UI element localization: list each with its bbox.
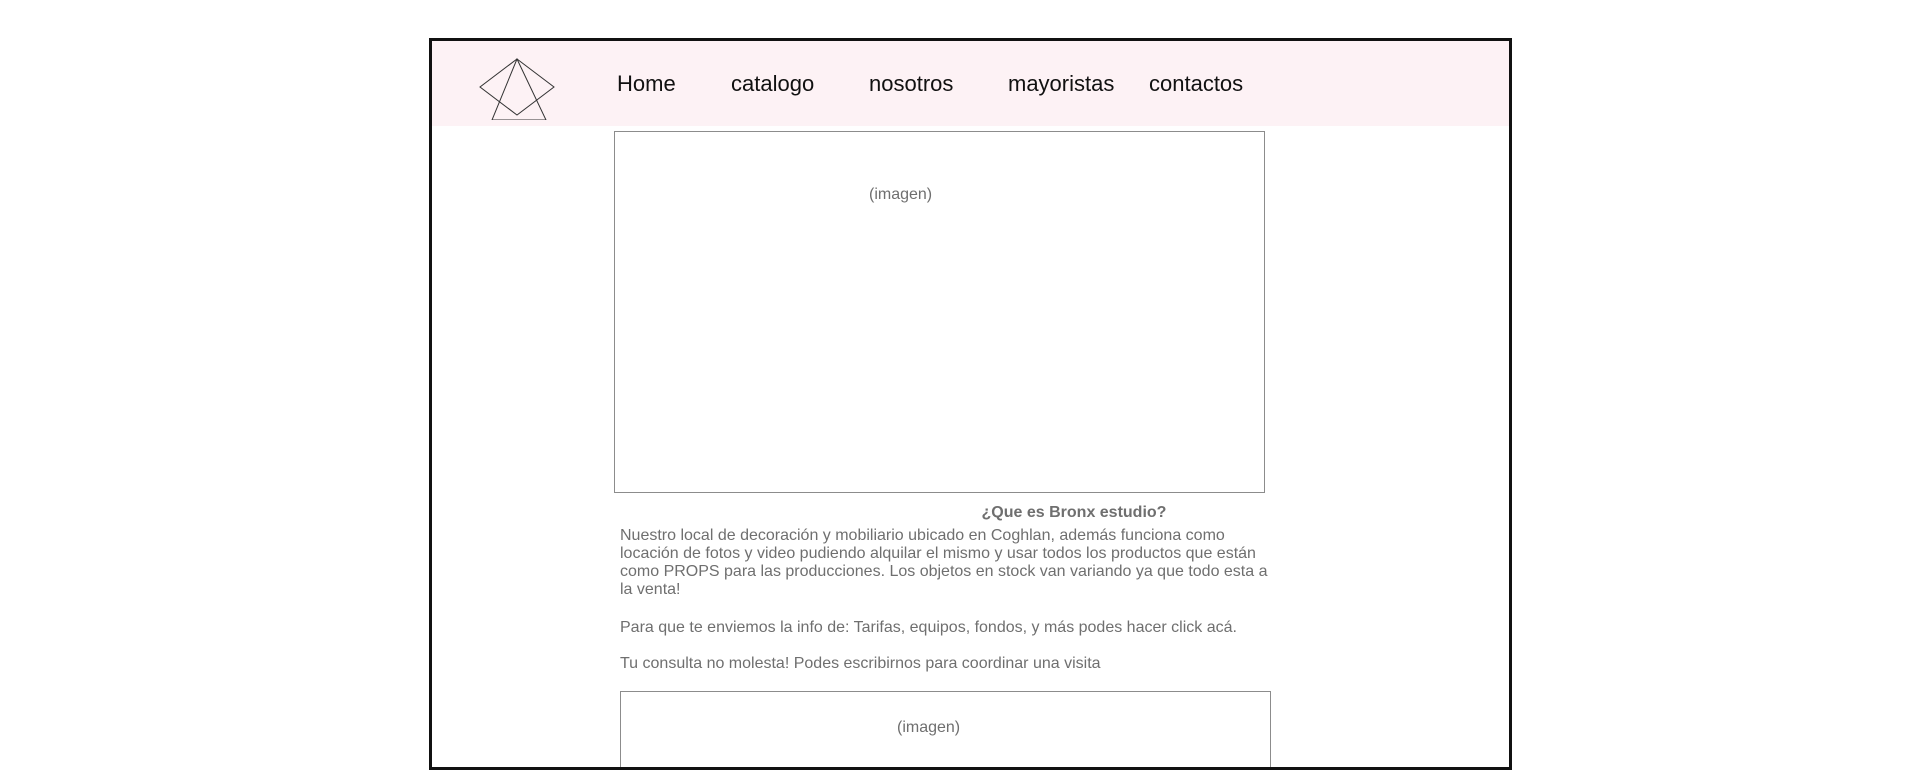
nav-catalogo[interactable]: catalogo	[731, 71, 814, 97]
contact-paragraph: Tu consulta no molesta! Podes escribirno…	[620, 655, 1101, 672]
hero-image-placeholder: (imagen)	[614, 131, 1265, 493]
nav-home[interactable]: Home	[617, 71, 676, 97]
page-frame: Home catalogo nosotros mayoristas contac…	[429, 38, 1512, 770]
hero-image-label: (imagen)	[869, 186, 933, 203]
nav-mayoristas[interactable]: mayoristas	[1008, 71, 1114, 97]
nav-contactos[interactable]: contactos	[1149, 71, 1243, 97]
second-image-label: (imagen)	[897, 719, 961, 736]
about-paragraph: Nuestro local de decoración y mobiliario…	[620, 527, 1268, 598]
navbar: Home catalogo nosotros mayoristas contac…	[432, 41, 1509, 126]
nav-nosotros[interactable]: nosotros	[869, 71, 953, 97]
logo-icon[interactable]	[478, 58, 556, 120]
second-image-placeholder: (imagen)	[620, 691, 1271, 767]
info-paragraph[interactable]: Para que te enviemos la info de: Tarifas…	[620, 619, 1270, 637]
about-title: ¿Que es Bronx estudio?	[981, 504, 1167, 521]
